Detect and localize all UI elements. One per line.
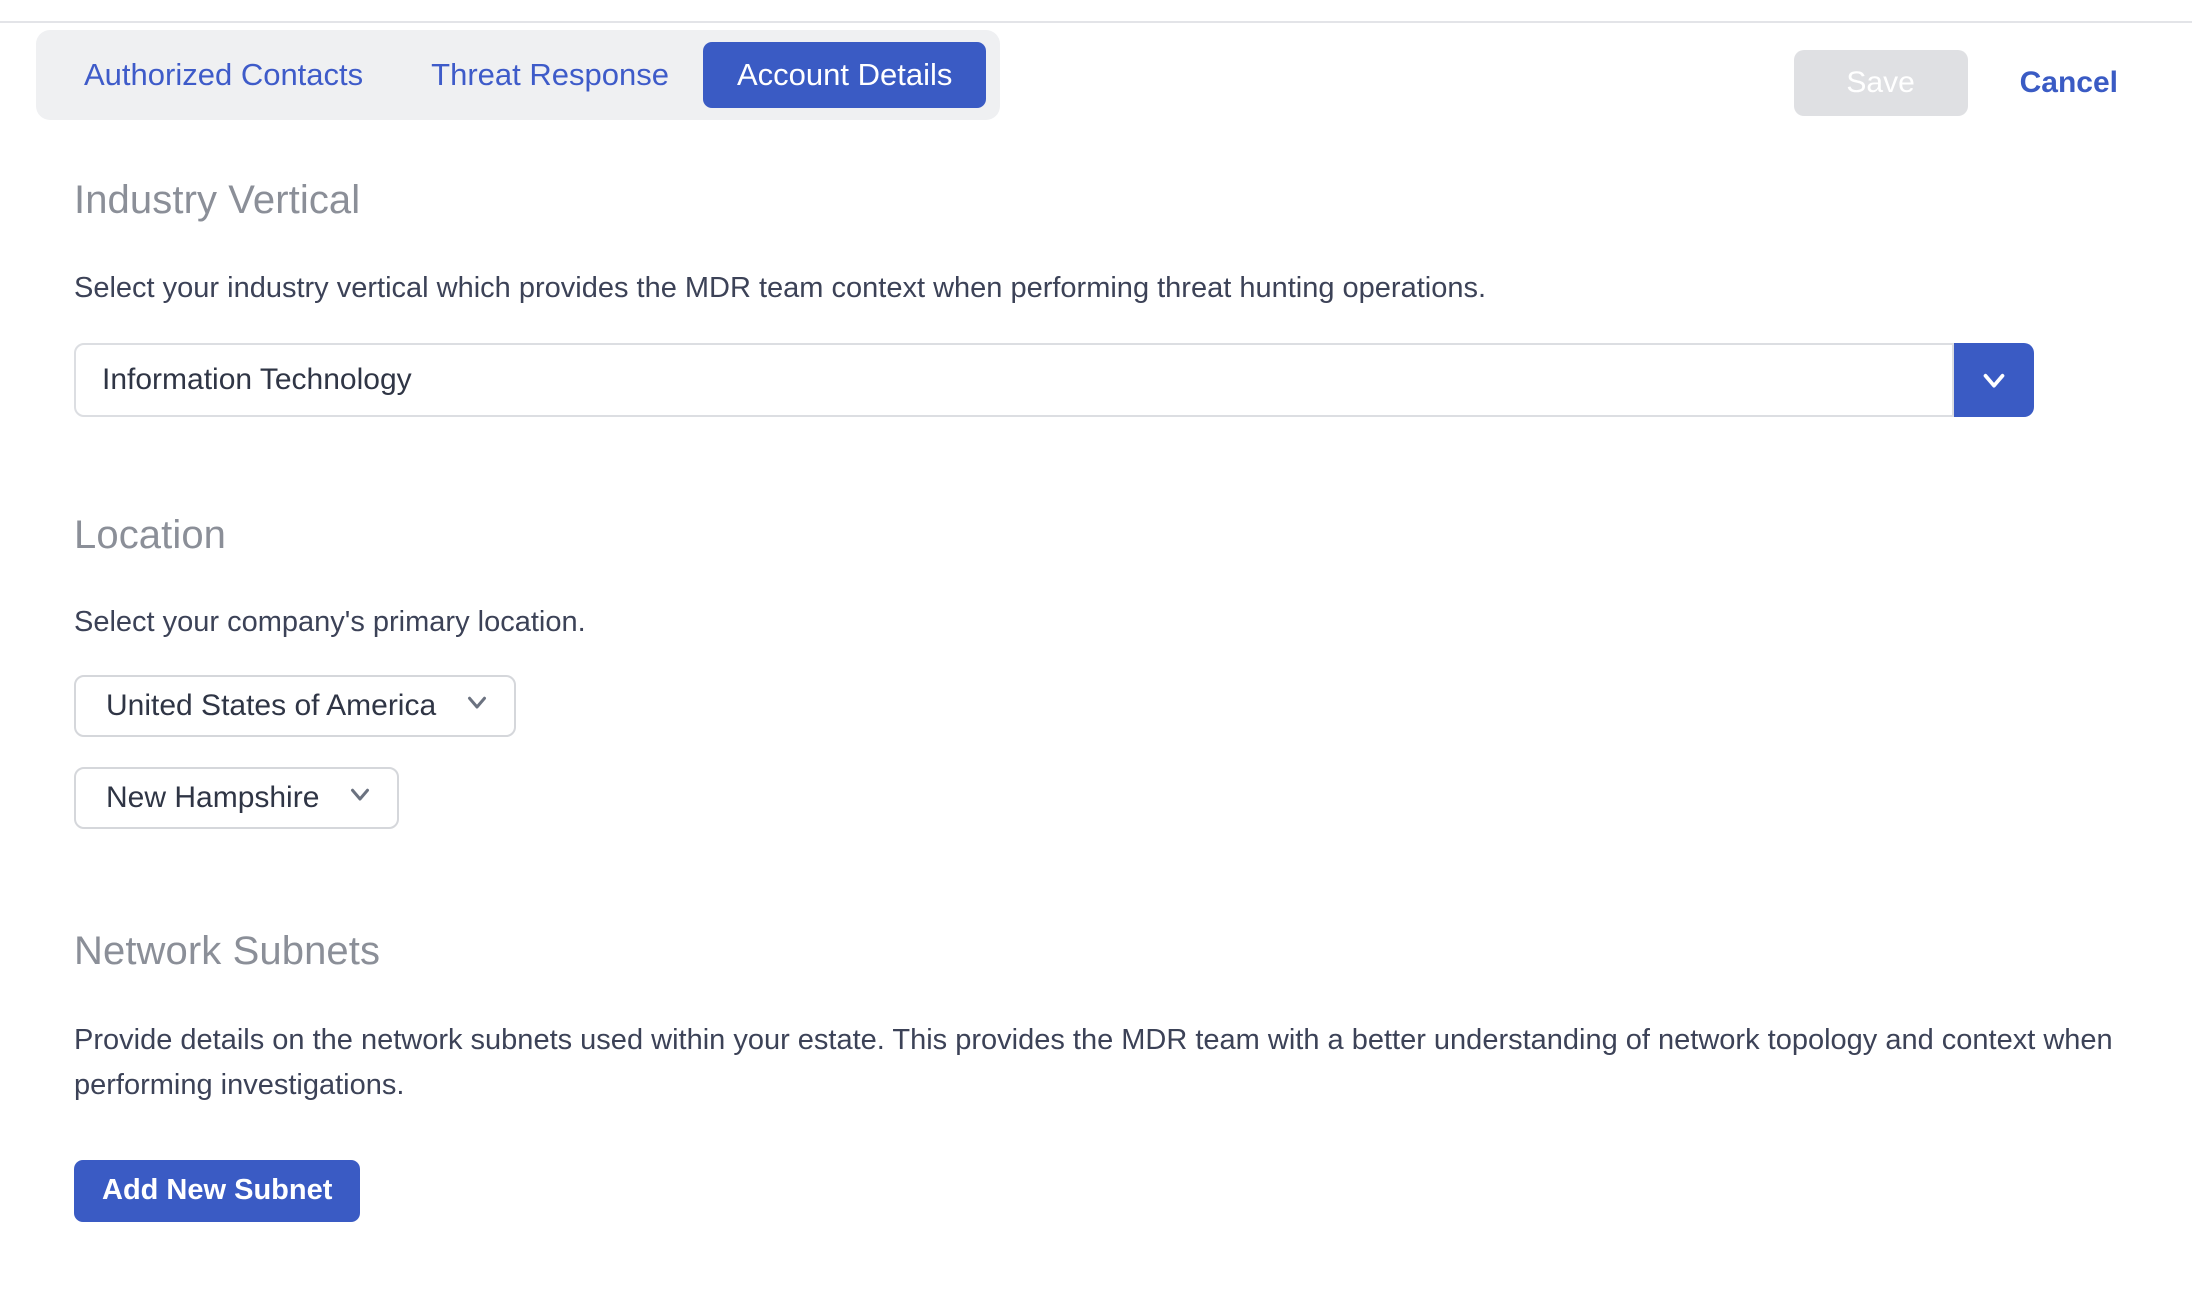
- chevron-down-icon: [462, 687, 492, 725]
- country-select[interactable]: United States of America: [74, 674, 517, 737]
- settings-content: Industry Vertical Select your industry v…: [0, 120, 2192, 1222]
- location-title: Location: [74, 512, 227, 557]
- industry-vertical-input[interactable]: Information Technology: [74, 342, 1954, 417]
- page-header: Authorized Contacts Threat Response Acco…: [0, 30, 2192, 120]
- industry-vertical-description: Select your industry vertical which prov…: [74, 272, 1487, 304]
- location-description: Select your company's primary location.: [74, 605, 586, 638]
- tab-group: Authorized Contacts Threat Response Acco…: [36, 30, 1001, 120]
- top-divider: [0, 21, 2192, 23]
- section-location: Location Select your company's primary l…: [0, 513, 2192, 829]
- add-new-subnet-button[interactable]: Add New Subnet: [74, 1159, 361, 1222]
- tab-threat-response[interactable]: Threat Response: [397, 42, 703, 108]
- network-subnets-description: Provide details on the network subnets u…: [74, 1023, 2113, 1101]
- section-network-subnets: Network Subnets Provide details on the n…: [0, 929, 2192, 1222]
- header-actions: Save Cancel: [1793, 50, 2118, 116]
- chevron-down-icon: [345, 779, 375, 817]
- industry-vertical-dropdown-button[interactable]: [1954, 342, 2034, 417]
- state-select-value: New Hampshire: [106, 780, 320, 814]
- tab-account-details[interactable]: Account Details: [702, 42, 987, 108]
- save-button[interactable]: Save: [1793, 50, 1968, 116]
- state-select-row: New Hampshire: [74, 737, 2192, 829]
- industry-vertical-title: Industry Vertical: [74, 178, 361, 222]
- cancel-button[interactable]: Cancel: [2020, 66, 2118, 100]
- industry-vertical-combobox[interactable]: Information Technology: [74, 342, 2034, 417]
- chevron-down-icon: [1977, 363, 2011, 397]
- section-industry-vertical: Industry Vertical Select your industry v…: [0, 178, 2192, 417]
- tab-authorized-contacts[interactable]: Authorized Contacts: [50, 42, 397, 108]
- network-subnets-title: Network Subnets: [74, 928, 381, 973]
- country-select-row: United States of America: [74, 645, 2192, 737]
- country-select-value: United States of America: [106, 688, 437, 722]
- state-select[interactable]: New Hampshire: [74, 766, 400, 829]
